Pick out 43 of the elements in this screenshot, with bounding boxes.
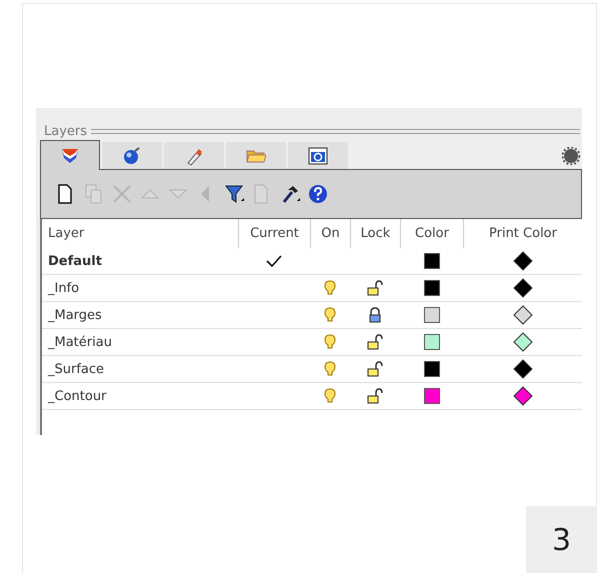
hammer-icon[interactable] xyxy=(280,184,300,204)
color-swatch[interactable] xyxy=(424,388,440,404)
column-header: On xyxy=(310,219,350,248)
color-swatch[interactable] xyxy=(424,334,440,350)
diamond-icon[interactable] xyxy=(512,359,532,379)
diamond-icon[interactable] xyxy=(512,386,532,406)
padlock-icon[interactable] xyxy=(368,307,382,323)
light-bulb-icon[interactable] xyxy=(324,280,336,296)
layer-name: _Marges xyxy=(42,302,238,329)
filter-icon[interactable] xyxy=(224,184,244,204)
color-swatch[interactable] xyxy=(424,361,440,377)
column-header: Lock xyxy=(350,219,400,248)
diamond-icon[interactable] xyxy=(512,251,532,271)
gear-icon[interactable] xyxy=(562,147,580,165)
sphere-icon xyxy=(122,146,142,166)
color-swatch[interactable] xyxy=(424,253,440,269)
panel-title: Layers xyxy=(44,124,88,139)
diamond-icon[interactable] xyxy=(512,278,532,298)
layer-name: _Matériau xyxy=(42,329,238,356)
light-bulb-icon[interactable] xyxy=(324,334,336,350)
light-bulb-icon[interactable] xyxy=(324,361,336,377)
open-padlock-icon[interactable] xyxy=(367,280,383,296)
layer-name: _Surface xyxy=(42,356,238,383)
column-header: Print Color xyxy=(463,219,582,248)
open-padlock-icon[interactable] xyxy=(367,334,383,350)
column-header: Current xyxy=(238,219,310,248)
light-bulb-icon[interactable] xyxy=(324,307,336,323)
open-padlock-icon[interactable] xyxy=(367,388,383,404)
diamond-icon[interactable] xyxy=(512,305,532,325)
layer-name: _Info xyxy=(42,275,238,302)
help-icon[interactable] xyxy=(308,184,328,204)
diamond-icon[interactable] xyxy=(512,332,532,352)
column-header: Layer xyxy=(47,225,86,243)
open-padlock-icon[interactable] xyxy=(367,361,383,377)
window-icon xyxy=(308,146,328,166)
layer-name: _Contour xyxy=(42,383,238,410)
tab[interactable] xyxy=(288,142,348,169)
color-swatch[interactable] xyxy=(424,307,440,323)
page-number: 3 xyxy=(526,506,597,573)
light-bulb-icon[interactable] xyxy=(324,388,336,404)
column-header: Color xyxy=(400,219,463,248)
layer-name: Default xyxy=(42,248,238,275)
color-swatch[interactable] xyxy=(424,280,440,296)
